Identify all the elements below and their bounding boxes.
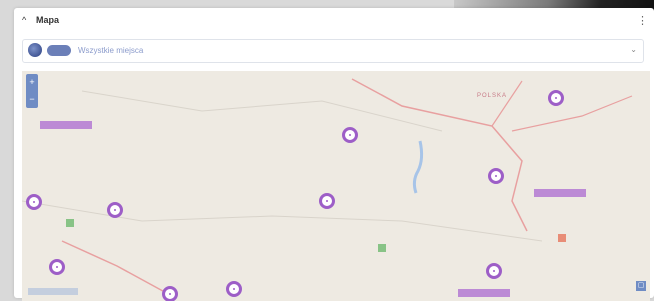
layer-select[interactable]: Wszystkie miejsca ⌄: [22, 39, 644, 63]
poi-marker: [378, 244, 386, 252]
country-label: POLSKA: [477, 93, 508, 99]
map-marker[interactable]: [226, 281, 242, 297]
fullscreen-icon[interactable]: ▢: [636, 281, 646, 291]
place-label: [534, 189, 586, 197]
poi-marker: [558, 234, 566, 242]
map-marker[interactable]: [342, 127, 358, 143]
map-marker[interactable]: [488, 168, 504, 184]
zoom-out-button[interactable]: −: [26, 91, 38, 108]
map-scale: [28, 288, 78, 295]
map-marker[interactable]: [548, 90, 564, 106]
map-marker[interactable]: [162, 286, 178, 301]
chevron-up-icon[interactable]: ^: [22, 15, 26, 25]
widget-title: Mapa: [36, 15, 60, 25]
map-marker[interactable]: [49, 259, 65, 275]
place-label: [458, 289, 510, 297]
map-canvas[interactable]: + − POLSKA ▢: [22, 71, 650, 301]
kebab-icon[interactable]: ⋮: [637, 14, 648, 27]
poi-marker: [66, 219, 74, 227]
zoom-control: + −: [26, 74, 38, 108]
map-marker[interactable]: [107, 202, 123, 218]
chevron-down-icon: ⌄: [630, 45, 637, 54]
zoom-in-button[interactable]: +: [26, 74, 38, 91]
map-marker[interactable]: [486, 263, 502, 279]
place-label: [40, 121, 92, 129]
widget-header: ^ Mapa ⋮: [14, 8, 654, 34]
map-marker[interactable]: [319, 193, 335, 209]
layer-select-value: Wszystkie miejsca: [78, 46, 144, 55]
globe-icon: [28, 43, 42, 57]
layer-badge: [47, 45, 71, 56]
map-marker[interactable]: [26, 194, 42, 210]
map-widget: ^ Mapa ⋮ Wszystkie miejsca ⌄ + − POLSKA: [14, 8, 654, 301]
